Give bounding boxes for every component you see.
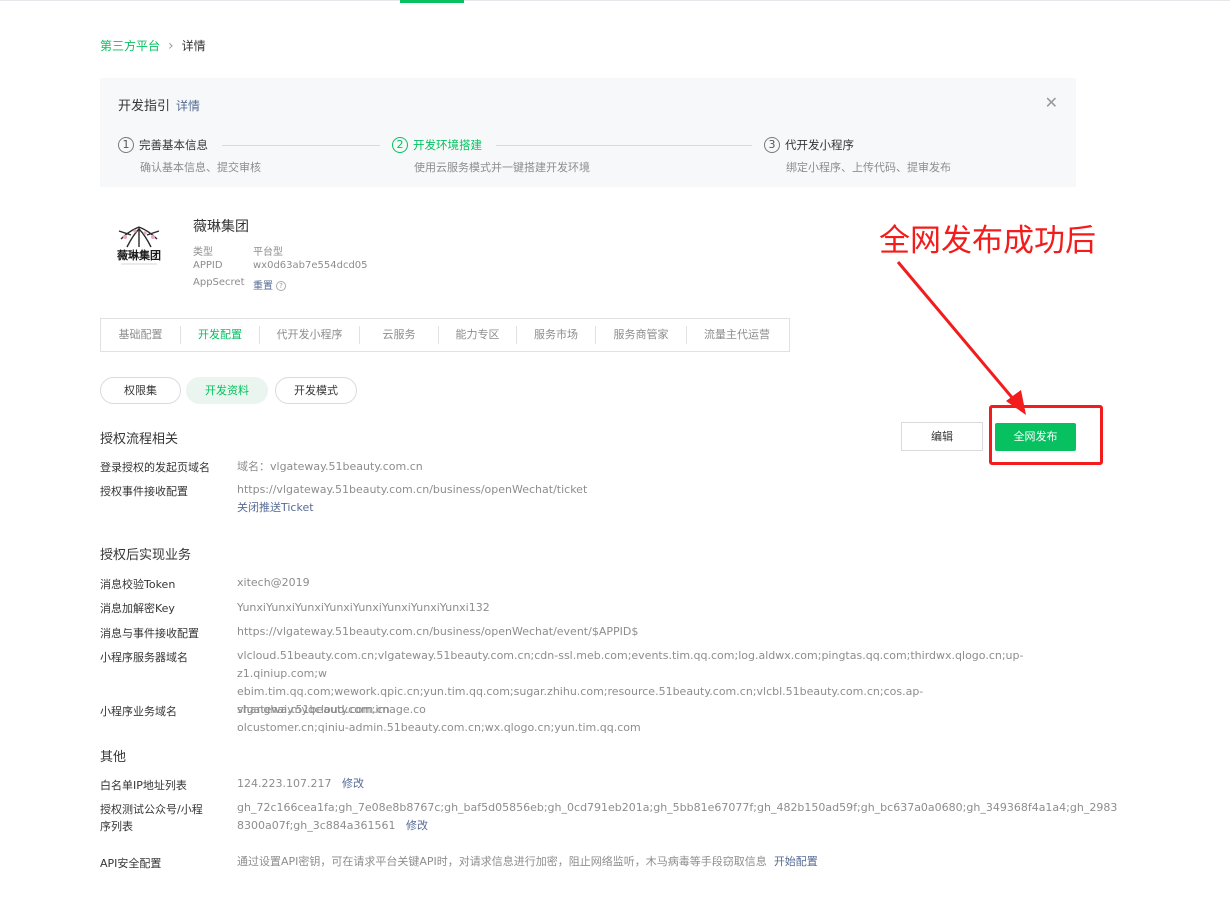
main-tabs: 基础配置 开发配置 代开发小程序 云服务 能力专区 服务市场 服务商管家 流量主… [100, 318, 790, 352]
tab-capability-zone[interactable]: 能力专区 [439, 326, 517, 344]
msg-event-label: 消息与事件接收配置 [100, 627, 199, 640]
subtab-dev-mode[interactable]: 开发模式 [275, 377, 357, 404]
account-type: 类型 平台型 [193, 247, 283, 258]
login-domain-label: 登录授权的发起页域名 [100, 461, 210, 474]
step-description: 使用云服务模式并一键搭建开发环境 [414, 161, 590, 174]
help-icon[interactable]: ? [276, 281, 286, 291]
guide-detail-link[interactable]: 详情 [176, 99, 200, 113]
tab-service-manager[interactable]: 服务商管家 [596, 326, 687, 344]
test-accounts-edit-link[interactable]: 修改 [406, 819, 428, 832]
dev-guide-panel: 开发指引 详情 ✕ 1 完善基本信息 确认基本信息、提交审核 2 开发环境搭建 使用云… [100, 78, 1076, 187]
aes-key-value: YunxiYunxiYunxiYunxiYunxiYunxiYunxiYunxi… [237, 601, 490, 614]
api-config-link[interactable]: 开始配置 [774, 855, 818, 868]
section-title-auth-flow: 授权流程相关 [100, 432, 179, 447]
guide-step-3: 3 代开发小程序 绑定小程序、上传代码、提审发布 [764, 137, 951, 174]
aes-key-label: 消息加解密Key [100, 602, 175, 615]
guide-step-2: 2 开发环境搭建 使用云服务模式并一键搭建开发环境 [392, 137, 752, 174]
step-description: 绑定小程序、上传代码、提审发布 [786, 161, 951, 174]
guide-title: 开发指引 详情 [118, 99, 201, 114]
api-security-value: 通过设置API密钥，可在请求平台关键API时，对请求信息进行加密，阻止网络监听，… [237, 855, 818, 868]
test-accounts-line: gh_72c166cea1fa;gh_7e08e8b8767c;gh_baf5d… [237, 801, 1118, 814]
account-appsecret: AppSecret 重置? [193, 277, 286, 292]
step-name: 完善基本信息 [139, 138, 208, 152]
logo-lettering: 薇琳集团 [117, 248, 161, 262]
breadcrumb: 第三方平台 › 详情 [100, 37, 206, 54]
server-domain-line: vlcloud.51beauty.com.cn;vlgateway.51beau… [237, 649, 1024, 680]
auth-event-label: 授权事件接收配置 [100, 485, 188, 498]
server-domain-line: olcustomer.cn;qiniu-admin.51beauty.com.c… [237, 721, 641, 734]
tab-service-market[interactable]: 服务市场 [517, 326, 596, 344]
annotation-highlight-box [989, 405, 1103, 465]
guide-step-1: 1 完善基本信息 确认基本信息、提交审核 [118, 137, 380, 174]
server-domain-value: vlcloud.51beauty.com.cn;vlgateway.51beau… [237, 647, 1077, 737]
token-label: 消息校验Token [100, 578, 176, 591]
edit-button[interactable]: 编辑 [901, 422, 983, 451]
server-domain-label: 小程序服务器域名 [100, 651, 188, 664]
account-logo: 薇琳集团 [112, 226, 166, 265]
breadcrumb-separator: › [168, 37, 174, 54]
step-connector [222, 145, 380, 146]
close-icon[interactable]: ✕ [1045, 93, 1058, 112]
biz-domain-value: vlgateway.51beauty.com.cn [237, 703, 390, 716]
step-number: 1 [118, 137, 134, 153]
msg-event-value: https://vlgateway.51beauty.com.cn/busine… [237, 625, 639, 638]
tab-cloud-service[interactable]: 云服务 [360, 326, 439, 344]
step-number: 3 [764, 137, 780, 153]
step-connector [496, 145, 752, 146]
step-name: 开发环境搭建 [413, 138, 482, 152]
ip-whitelist-value: 124.223.107.217 修改 [237, 777, 364, 790]
auth-event-url: https://vlgateway.51beauty.com.cn/busine… [237, 483, 588, 496]
reset-secret-link[interactable]: 重置 [253, 281, 273, 292]
step-number: 2 [392, 137, 408, 153]
step-name: 代开发小程序 [785, 138, 854, 152]
stop-ticket-link[interactable]: 关闭推送Ticket [237, 499, 587, 517]
tab-dev-config[interactable]: 开发配置 [181, 326, 260, 344]
token-value: xitech@2019 [237, 576, 310, 589]
subtab-dev-info[interactable]: 开发资料 [186, 377, 268, 404]
top-nav-active-indicator [400, 0, 464, 3]
step-description: 确认基本信息、提交审核 [140, 161, 261, 174]
biz-domain-label: 小程序业务域名 [100, 705, 177, 718]
test-accounts-label: 授权测试公众号/小程序列表 [100, 803, 203, 833]
login-domain-value: 域名：vlgateway.51beauty.com.cn [237, 460, 423, 473]
api-security-label: API安全配置 [100, 857, 162, 870]
ip-edit-link[interactable]: 修改 [342, 777, 364, 790]
section-title-business: 授权后实现业务 [100, 548, 192, 563]
annotation-text: 全网发布成功后 [879, 223, 1096, 259]
breadcrumb-current: 详情 [181, 39, 206, 53]
breadcrumb-parent-link[interactable]: 第三方平台 [100, 37, 160, 54]
top-nav-border [0, 0, 1230, 4]
tab-mini-program-dev[interactable]: 代开发小程序 [260, 326, 360, 344]
tab-traffic-ops[interactable]: 流量主代运营 [687, 326, 787, 344]
test-accounts-value: gh_72c166cea1fa;gh_7e08e8b8767c;gh_baf5d… [237, 799, 1118, 835]
account-appid: APPID wx0d63ab7e554dcd05 [193, 260, 368, 271]
account-name: 薇琳集团 [193, 219, 249, 235]
ip-whitelist-label: 白名单IP地址列表 [100, 779, 187, 792]
test-accounts-line: 8300a07f;gh_3c884a361561 [237, 819, 396, 832]
section-title-other: 其他 [100, 750, 127, 765]
subtab-permissions[interactable]: 权限集 [100, 377, 181, 404]
auth-event-value: https://vlgateway.51beauty.com.cn/busine… [237, 481, 587, 517]
tab-basic-config[interactable]: 基础配置 [101, 326, 181, 344]
